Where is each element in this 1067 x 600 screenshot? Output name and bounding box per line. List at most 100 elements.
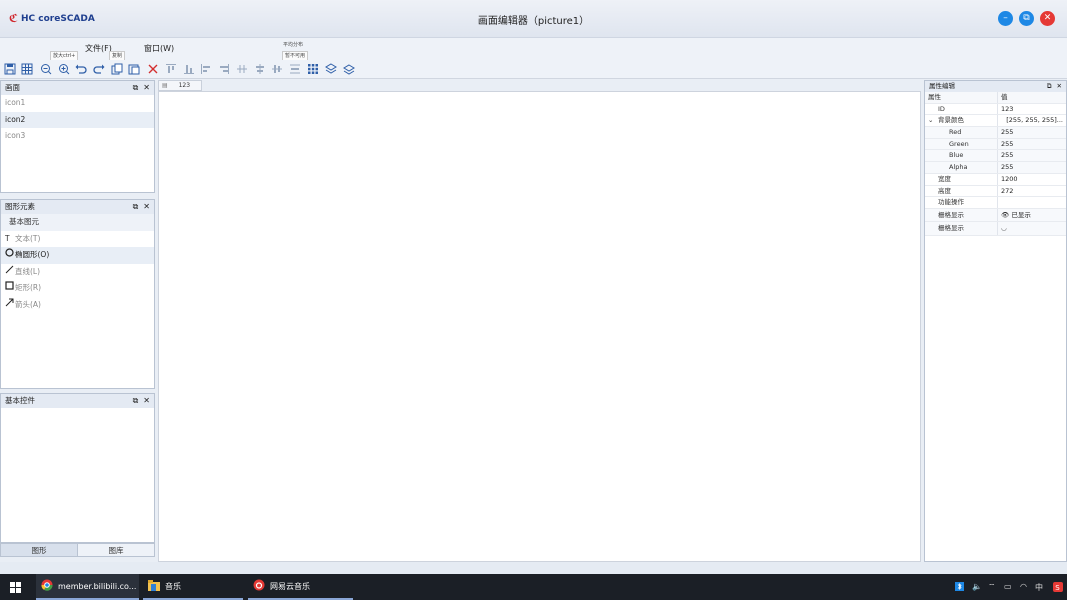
list-item[interactable]: icon2	[1, 111, 154, 128]
property-row[interactable]: 功能操作	[925, 197, 1066, 209]
property-value[interactable]: 255	[997, 150, 1066, 162]
property-key: Alpha	[949, 163, 968, 172]
save-icon[interactable]	[3, 62, 17, 76]
property-row[interactable]: Red 255	[925, 127, 1066, 139]
grid-dots-icon[interactable]	[306, 62, 320, 76]
windows-start-button[interactable]	[10, 574, 21, 600]
float-icon[interactable]: ⧉	[1047, 81, 1052, 92]
property-key: 高度	[938, 186, 951, 195]
layer-down-icon[interactable]	[342, 62, 356, 76]
align-bottom-icon[interactable]	[182, 62, 196, 76]
property-value-cell[interactable]: ◡	[997, 222, 1066, 235]
property-panel: 属性编辑 ⧉ ✕ 属性 值 ID 123 ⌄ 背景颜色 [255, 255, 255].…	[924, 80, 1067, 562]
list-item-label: 箭头(A)	[15, 299, 41, 309]
tab-graphics[interactable]: 图形	[0, 543, 78, 557]
minimize-button[interactable]: –	[998, 11, 1013, 26]
property-row[interactable]: 高度 272	[925, 185, 1066, 198]
list-item[interactable]: T 文本(T)	[1, 231, 154, 248]
expander-chevron-down-icon[interactable]: ⌄	[928, 115, 938, 127]
tab-library[interactable]: 图库	[78, 543, 155, 557]
arrow-icon	[5, 297, 15, 314]
property-key: 栅格显示	[938, 224, 964, 233]
property-value[interactable]	[997, 197, 1066, 208]
property-value-cell[interactable]: 👁 已显示	[997, 208, 1066, 222]
center-h-icon[interactable]	[253, 62, 267, 76]
delete-icon[interactable]	[146, 62, 160, 76]
list-item[interactable]: icon1	[1, 95, 154, 112]
list-item-label: 椭圆形(O)	[15, 250, 50, 259]
list-item-label: 矩形(R)	[15, 283, 42, 292]
zoom-out-icon[interactable]	[39, 62, 53, 76]
property-value[interactable]: 123	[997, 103, 1066, 115]
property-key: 栅格显示	[938, 210, 964, 219]
property-value[interactable]: 255	[997, 162, 1066, 173]
volume-icon[interactable]: 🔈	[972, 582, 982, 591]
controls-panel-title: 基本控件	[5, 396, 35, 405]
taskbar-item[interactable]: member.bilibili.co...	[36, 574, 139, 600]
list-item[interactable]: 椭圆形(O)	[1, 247, 154, 264]
restore-button[interactable]: ⧉	[1019, 11, 1034, 26]
distribute-h-icon[interactable]	[235, 62, 249, 76]
property-row[interactable]: 栅格显示 👁 已显示	[925, 208, 1066, 223]
close-icon[interactable]: ✕	[1057, 81, 1062, 92]
paste-icon[interactable]	[127, 62, 141, 76]
property-value[interactable]: [255, 255, 255]...	[997, 115, 1066, 127]
property-row[interactable]: Alpha 255	[925, 162, 1066, 174]
align-top-icon[interactable]	[164, 62, 178, 76]
align-right-icon[interactable]	[217, 62, 231, 76]
list-item[interactable]: icon3	[1, 128, 154, 145]
align-left-icon[interactable]	[199, 62, 213, 76]
center-v-icon[interactable]	[270, 62, 284, 76]
property-row[interactable]: ⌄ 背景颜色 [255, 255, 255]...	[925, 115, 1066, 128]
float-icon[interactable]: ⧉	[133, 81, 139, 95]
controls-panel-header: 基本控件 ⧉ ✕	[1, 394, 154, 408]
property-row[interactable]: ID 123	[925, 103, 1066, 116]
property-value[interactable]: 272	[997, 185, 1066, 197]
property-value[interactable]: 255	[997, 138, 1066, 150]
list-item[interactable]: 箭头(A)	[1, 297, 154, 314]
property-header-row: 属性 值	[925, 92, 1066, 104]
taskbar: member.bilibili.co... 音乐 网易云音乐 🔈 ⌔ ▭ ◠ 中…	[0, 574, 1067, 600]
close-icon[interactable]: ✕	[143, 200, 150, 214]
property-row[interactable]: Blue 255	[925, 150, 1066, 163]
input-language-indicator[interactable]: 中	[1035, 582, 1043, 593]
group-header[interactable]: 基本图元	[1, 214, 154, 231]
property-key: 宽度	[938, 174, 951, 183]
battery-icon[interactable]: ▭	[1004, 582, 1012, 591]
eye-open-icon: 👁	[1001, 210, 1010, 219]
sogou-ime-icon[interactable]: S	[1053, 582, 1063, 594]
list-item[interactable]: 矩形(R)	[1, 280, 154, 297]
network-icon[interactable]: ⌔	[988, 582, 996, 592]
bluetooth-icon[interactable]	[955, 582, 964, 593]
property-row[interactable]: 宽度 1200	[925, 173, 1066, 186]
close-icon[interactable]: ✕	[143, 394, 150, 408]
grid-icon[interactable]	[20, 62, 34, 76]
redo-icon[interactable]	[92, 62, 106, 76]
property-row[interactable]: Green 255	[925, 138, 1066, 151]
document-tab[interactable]: ▤ 123	[158, 80, 202, 91]
picture-panel-title: 画面	[5, 83, 20, 92]
title-bar: ℭ HC coreSCADA 画面编辑器（picture1） – ⧉ ✕	[0, 0, 1067, 38]
float-icon[interactable]: ⧉	[133, 200, 139, 214]
zoom-in-icon[interactable]	[57, 62, 71, 76]
property-value[interactable]: 1200	[997, 173, 1066, 185]
list-item-label: 文本(T)	[15, 233, 41, 243]
property-key: ID	[938, 104, 945, 113]
close-button[interactable]: ✕	[1040, 11, 1055, 26]
menu-window[interactable]: 窗口(W)	[144, 43, 174, 54]
distribute-v-icon[interactable]	[288, 62, 302, 76]
property-row[interactable]: 栅格显示 ◡	[925, 222, 1066, 236]
float-icon[interactable]: ⧉	[133, 394, 139, 408]
drawing-canvas[interactable]	[158, 91, 921, 562]
chrome-icon	[41, 579, 53, 593]
taskbar-item[interactable]: 网易云音乐	[248, 574, 353, 600]
undo-icon[interactable]	[74, 62, 88, 76]
list-item[interactable]: 直线(L)	[1, 264, 154, 281]
wifi-icon[interactable]: ◠	[1020, 582, 1027, 591]
close-icon[interactable]: ✕	[143, 81, 150, 95]
property-value[interactable]: 255	[997, 127, 1066, 138]
menu-file[interactable]: 文件(F)	[85, 43, 112, 54]
taskbar-item[interactable]: 音乐	[143, 574, 243, 600]
layer-up-icon[interactable]	[324, 62, 338, 76]
copy-icon[interactable]	[110, 62, 124, 76]
